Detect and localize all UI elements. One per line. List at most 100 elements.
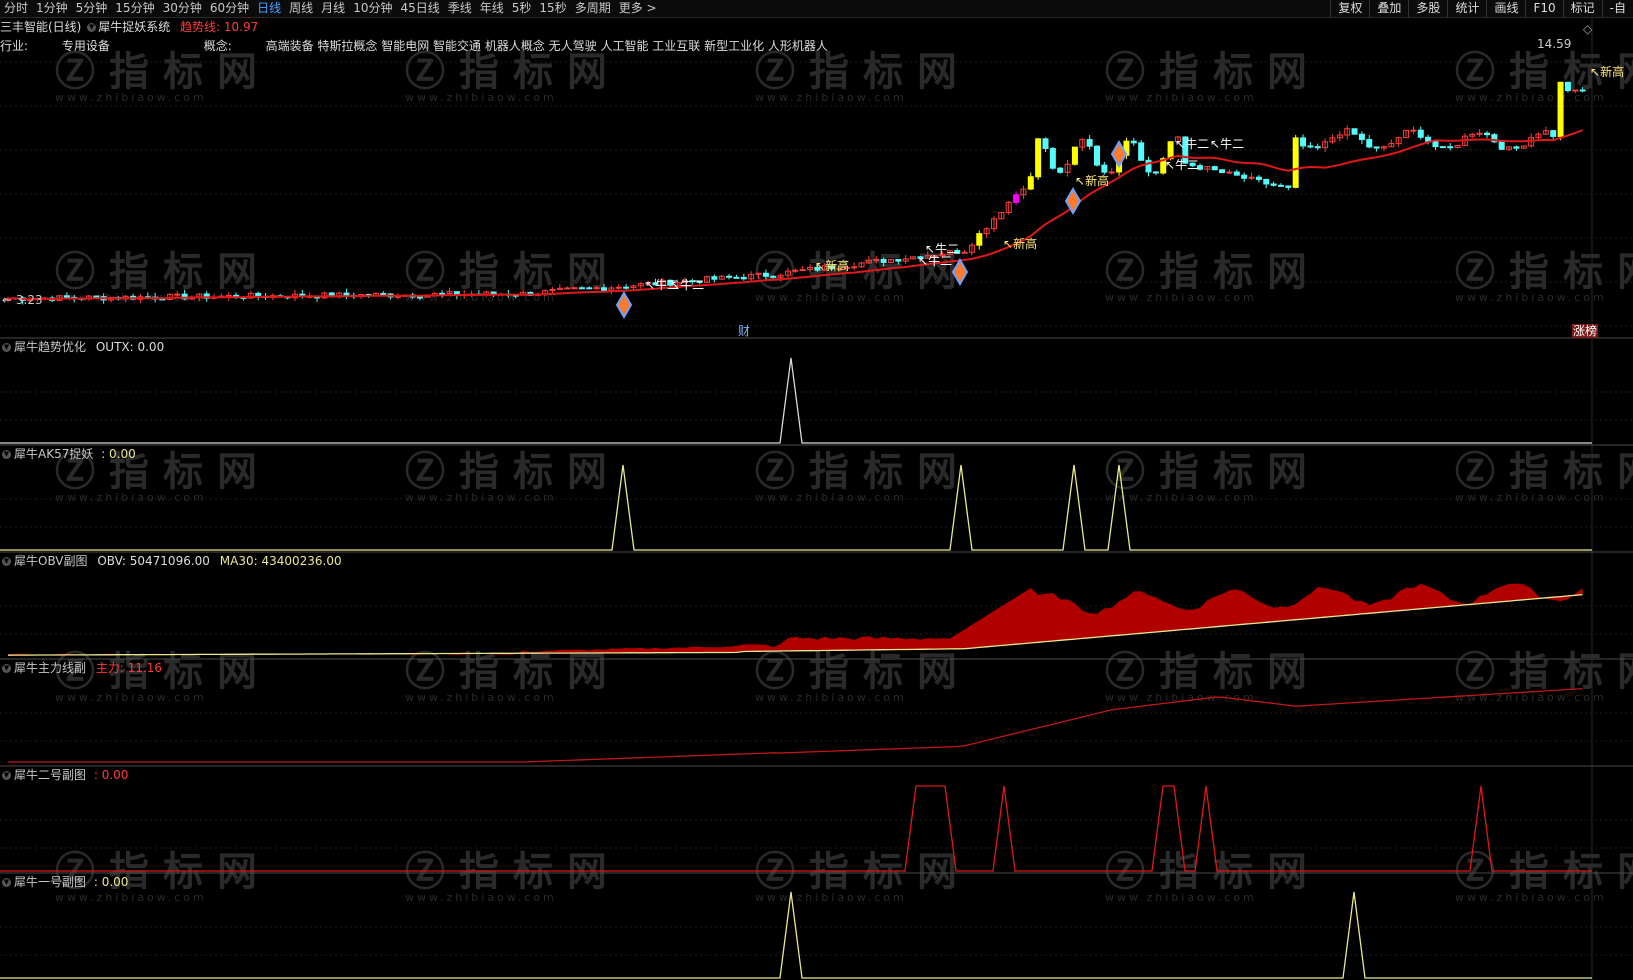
candle-body <box>1226 171 1233 174</box>
candle-body <box>1233 171 1240 176</box>
candle-body <box>799 269 806 272</box>
candle-body <box>1094 145 1101 166</box>
candle-body <box>417 296 424 299</box>
candle-body <box>1351 128 1358 135</box>
candle-body <box>880 258 887 263</box>
price-low-value: 3.23 <box>15 293 43 307</box>
new-high-label: ↖新高 <box>1075 174 1110 188</box>
panel-title-outx[interactable]: ▼ 犀牛趋势优化 OUTX: 0.00 <box>2 340 164 354</box>
candle-body <box>873 258 880 261</box>
candle-body <box>1049 147 1056 169</box>
candle-body <box>1314 146 1321 149</box>
candle-body <box>1307 145 1314 148</box>
finance-flag[interactable]: 财 <box>738 324 750 338</box>
mark-text: 新高 <box>1085 174 1110 188</box>
mark-text: 牛二 <box>1175 158 1200 172</box>
candle-body <box>851 266 858 269</box>
chevron-down-icon[interactable]: ▼ <box>2 450 11 459</box>
mark-text: 新高 <box>1013 237 1038 251</box>
candle-body <box>1138 142 1145 161</box>
chart-canvas <box>0 18 1633 980</box>
candle-body <box>1035 138 1042 178</box>
candle-body <box>1579 89 1586 92</box>
candle-body <box>792 269 799 272</box>
candle-body <box>1285 185 1292 188</box>
candle-body <box>1071 146 1078 165</box>
panel-value-ma: MA30: 43400236.00 <box>219 554 342 568</box>
candle-body <box>770 275 777 278</box>
candle-body <box>1439 146 1446 149</box>
panel-value: OBV: 50471096.00 <box>97 554 210 568</box>
candle-body <box>1130 140 1137 144</box>
candle-body <box>1042 138 1049 149</box>
candle-body <box>1057 167 1064 173</box>
no1-line <box>0 891 1592 979</box>
candle-body <box>1432 140 1439 148</box>
candle-body <box>733 276 740 279</box>
candle-body <box>1572 89 1579 92</box>
candle-body <box>174 293 181 296</box>
panel-title-no1[interactable]: ▼ 犀牛一号副图 : 0.00 <box>2 875 128 889</box>
niuer-label: ↖牛二 <box>670 278 705 292</box>
candle-body <box>1241 174 1248 179</box>
candle-body <box>1292 137 1299 188</box>
candle-body <box>601 287 608 291</box>
panel-value: : 0.00 <box>101 447 136 461</box>
chevron-down-icon[interactable]: ▼ <box>2 557 11 566</box>
candle-body <box>571 287 578 290</box>
candle-body <box>1167 141 1174 160</box>
candle-body <box>63 295 70 298</box>
new-high-label: ↖新高 <box>1003 237 1038 251</box>
price-low-label: ← 3.23 <box>2 293 43 307</box>
candle-body <box>1255 176 1262 180</box>
trend-line <box>7 129 1583 301</box>
candle-body <box>1447 146 1454 149</box>
candle-body <box>93 295 100 298</box>
candle-body <box>1564 81 1571 92</box>
limit-list-flag[interactable]: 涨榜 <box>1572 324 1599 338</box>
niuer-label: ↖牛二 <box>1165 158 1200 172</box>
scroll-diamond-icon[interactable]: ◇ <box>1583 22 1592 36</box>
panel-title-ak57[interactable]: ▼ 犀牛AK57捉妖 : 0.00 <box>2 447 136 461</box>
candle-body <box>1410 129 1417 132</box>
candle-body <box>578 287 585 290</box>
candle-body <box>1211 166 1218 171</box>
panel-value: 主力: 11.16 <box>95 661 163 675</box>
candle-body <box>711 276 718 280</box>
panel-value: : 0.00 <box>93 875 129 889</box>
candle-body <box>1358 133 1365 141</box>
candle-body <box>564 287 571 290</box>
chevron-down-icon[interactable]: ▼ <box>2 878 11 887</box>
panel-value: OUTX: 0.00 <box>95 340 165 354</box>
candle-body <box>1086 139 1093 147</box>
candle-body <box>1366 139 1373 148</box>
niuer-label: ↖牛二 <box>1210 137 1245 151</box>
outx-line <box>0 357 1592 444</box>
candle-body <box>1373 146 1380 149</box>
main-force-line <box>8 687 1583 763</box>
panel-title-obv[interactable]: ▼ 犀牛OBV副图 OBV: 50471096.00 MA30: 43400236… <box>2 554 342 568</box>
candle-body <box>1263 178 1270 185</box>
obv-area <box>8 583 1583 656</box>
panel-title-main-force[interactable]: ▼ 犀牛主力线副 主力: 11.16 <box>2 661 162 675</box>
candle-body <box>740 276 747 280</box>
no2-line <box>0 785 1592 872</box>
candle-body <box>895 259 902 262</box>
candle-body <box>1270 183 1277 186</box>
chevron-down-icon[interactable]: ▼ <box>2 664 11 673</box>
panel-title-no2[interactable]: ▼ 犀牛二号副图 : 0.00 <box>2 768 128 782</box>
chevron-down-icon[interactable]: ▼ <box>2 343 11 352</box>
niuer-label: ↖牛二 <box>918 254 953 268</box>
candle-body <box>343 292 350 296</box>
candle-body <box>586 287 593 290</box>
candle-body <box>1498 141 1505 150</box>
candle-body <box>593 287 600 290</box>
mark-text: 牛二 <box>928 254 953 268</box>
mark-text: 新高 <box>825 259 850 273</box>
chevron-down-icon[interactable]: ▼ <box>2 771 11 780</box>
new-high-label: ↖新高 <box>815 259 850 273</box>
niuer-label: ↖牛二 <box>1175 137 1210 151</box>
signal-diamond-icon <box>615 291 633 319</box>
mark-text: 新高 <box>1600 65 1625 79</box>
candle-body <box>976 233 983 246</box>
